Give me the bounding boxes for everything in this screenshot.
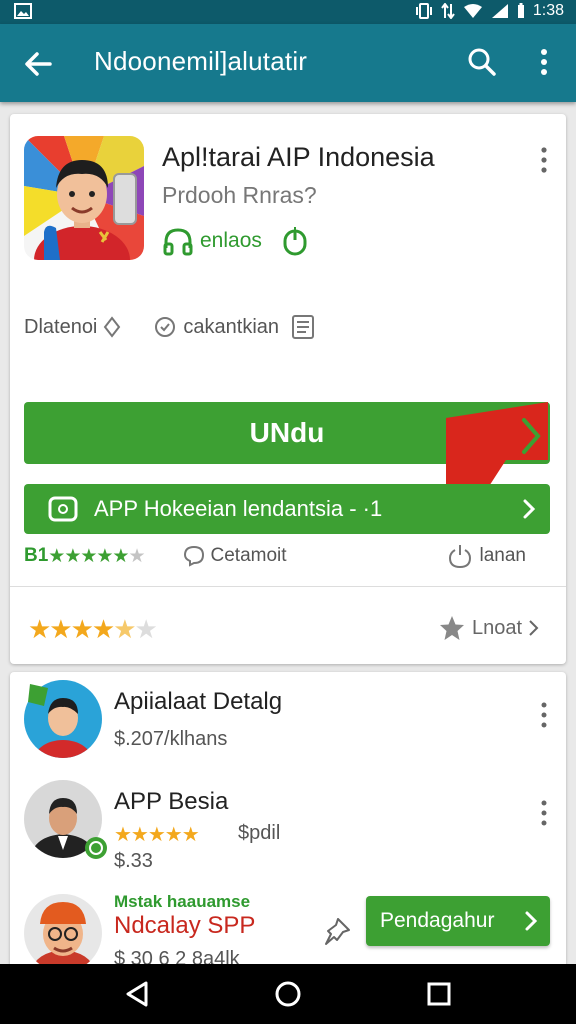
power-icon [448, 545, 471, 569]
item-overflow-icon[interactable] [532, 700, 556, 730]
badge-icon [28, 684, 48, 706]
list-item[interactable]: APP Besia ★★★★★ $pdil $.33 [10, 776, 566, 876]
status-bar: 1:38 [0, 0, 576, 24]
item-rating-text: $pdil [238, 822, 281, 844]
status-time: 1:38 [532, 2, 564, 19]
list-item-meta: $.207/klhans [114, 728, 228, 750]
badge-label: enlaos [200, 229, 262, 252]
item-overflow-icon[interactable] [532, 798, 556, 828]
chevron-right-icon [525, 911, 538, 931]
list-item[interactable]: Apiialaat Detalg $.207/klhans [10, 676, 566, 776]
overflow-menu-icon[interactable] [528, 42, 560, 82]
signal-icon [491, 4, 508, 18]
nav-home-icon[interactable] [273, 979, 303, 1009]
battery-icon [517, 3, 524, 18]
related-apps-card: Apiialaat Detalg $.207/klhans APP Besia … [10, 672, 566, 972]
mouse-icon [283, 227, 307, 256]
back-arrow-icon[interactable] [18, 44, 58, 84]
app-badge: enlaos [162, 226, 308, 256]
pin-icon[interactable] [322, 916, 352, 946]
app-icon [24, 136, 144, 260]
list-item-name: Ndcalay SPP [114, 912, 256, 939]
page-title: Ndoonemil]alutatir [94, 46, 308, 76]
rating-stars[interactable]: ★★★★★★ [28, 614, 158, 645]
app-detail-card: Apl!tarai AIP Indonesia Prdooh Rnras? en… [10, 114, 566, 664]
card-overflow-icon[interactable] [530, 144, 558, 176]
nav-back-icon[interactable] [122, 979, 152, 1009]
comment-icon [183, 545, 204, 567]
stats-right: lanan [448, 543, 526, 569]
navigation-bar [0, 964, 576, 1024]
app-title: Apl!tarai AIP Indonesia [162, 142, 435, 172]
promo-button[interactable]: APP Hokeeian lendantsia - ·1 [24, 484, 550, 534]
headset-icon [163, 228, 193, 256]
info-left: Dlatenoi [24, 316, 121, 339]
wifi-icon [463, 4, 482, 18]
chevron-right-icon [529, 620, 539, 636]
info-right: cakantkian [153, 314, 315, 340]
stats-row: B1 ★★★★★★ Cetamoit lanan [24, 542, 550, 570]
cta-button[interactable]: Pendagahur [366, 896, 550, 946]
data-icon [441, 3, 455, 19]
nav-recents-icon[interactable] [424, 979, 454, 1009]
app-developer[interactable]: Prdooh Rnras? [162, 182, 317, 209]
promo-label: APP Hokeeian lendantsia - ·1 [94, 496, 383, 521]
tag-icon [104, 316, 121, 338]
list-item-name: APP Besia [114, 788, 229, 815]
stars-small: ★★★★★★ [48, 545, 145, 567]
list-item-meta: $.33 [114, 850, 153, 872]
vibrate-icon [415, 3, 432, 19]
chevron-right-icon [523, 499, 536, 519]
screen-icon [48, 496, 78, 522]
document-icon [292, 315, 315, 339]
comments[interactable]: Cetamoit [183, 545, 287, 567]
list-item-name: Apiialaat Detalg [114, 688, 283, 715]
info-row: Dlatenoi cakantkian [24, 314, 315, 340]
divider [10, 586, 566, 587]
app-bar: Ndoonemil]alutatir [0, 24, 576, 102]
star-icon [440, 616, 464, 640]
verified-icon [85, 837, 107, 859]
rating-summary: B1 ★★★★★★ [24, 545, 146, 567]
chat-icon [155, 317, 176, 337]
rate-link[interactable]: Lnoat [438, 614, 540, 642]
cta-label: Pendagahur [380, 909, 495, 932]
avatar [24, 894, 102, 972]
list-item-tag: Mstak haauamse [114, 892, 251, 911]
gallery-notification-icon [14, 3, 32, 24]
item-rating-stars: ★★★★★ [114, 824, 200, 846]
search-icon[interactable] [462, 42, 502, 82]
